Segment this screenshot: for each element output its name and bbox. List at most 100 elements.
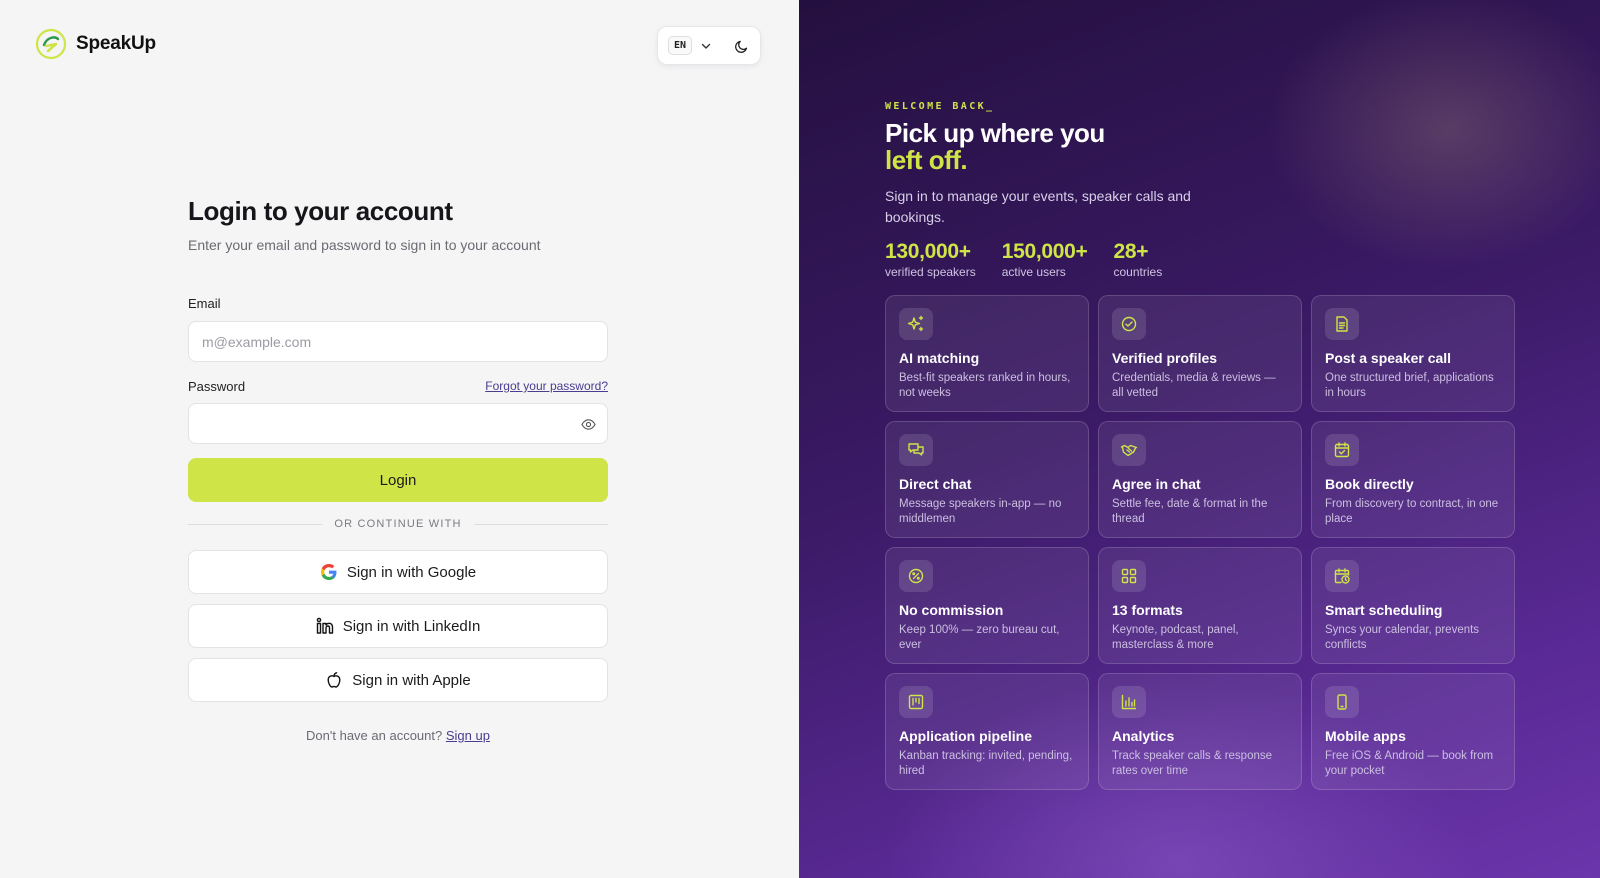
password-field[interactable] <box>188 403 608 444</box>
speakup-logo-icon <box>35 28 67 60</box>
brand-name: SpeakUp <box>76 33 156 54</box>
stat-label: countries <box>1113 265 1163 279</box>
chevron-down-icon[interactable] <box>700 40 712 52</box>
linkedin-signin-label: Sign in with LinkedIn <box>342 617 481 635</box>
linkedin-icon <box>316 617 333 634</box>
stat-item: 28+ countries <box>1114 240 1163 279</box>
feature-desc: One structured brief, applications in ho… <box>1325 372 1494 399</box>
sparkles-icon <box>907 315 924 332</box>
feature-desc: Track speaker calls & response rates ove… <box>1112 750 1273 777</box>
chat-icon <box>908 443 924 456</box>
apple-icon <box>327 672 341 688</box>
feature-grid: AI matching Best-fit speakers ranked in … <box>885 295 1515 790</box>
stat-label: active users <box>1001 265 1066 279</box>
feature-card: Post a speaker call One structured brief… <box>1311 295 1515 412</box>
promo-headline: Pick up where you left off. <box>885 120 1105 174</box>
feature-icon-wrap <box>899 686 933 718</box>
feature-desc: Best-fit speakers ranked in hours, not w… <box>899 372 1071 399</box>
feature-icon-wrap <box>1325 434 1359 466</box>
or-divider: OR CONTINUE WITH <box>188 518 609 530</box>
divider-line <box>473 523 609 525</box>
grid-icon <box>1121 568 1137 584</box>
feature-desc: Message speakers in-app — no middlemen <box>899 498 1062 525</box>
feature-title: Direct chat <box>899 476 972 492</box>
divider-line <box>188 523 323 525</box>
stat-value: 130,000+ <box>885 240 971 263</box>
feature-card: Agree in chat Settle fee, date & format … <box>1098 421 1302 538</box>
signup-prompt: Don't have an account? Sign up <box>188 728 608 743</box>
feature-card: AI matching Best-fit speakers ranked in … <box>885 295 1089 412</box>
moon-icon[interactable] <box>734 38 750 54</box>
feature-title: Verified profiles <box>1112 350 1218 366</box>
stat-label: verified speakers <box>885 265 976 279</box>
divider-text: OR CONTINUE WITH <box>334 518 462 530</box>
linkedin-signin-button[interactable]: Sign in with LinkedIn <box>188 604 608 648</box>
brand-logo[interactable]: SpeakUp <box>35 28 156 60</box>
top-toolbar: EN <box>657 26 761 65</box>
feature-title: No commission <box>899 602 1004 618</box>
feature-title: Agree in chat <box>1112 476 1201 492</box>
stat-value: 28+ <box>1113 240 1149 263</box>
feature-icon-wrap <box>1112 686 1146 718</box>
feature-title: Book directly <box>1325 476 1414 492</box>
feature-title: Post a speaker call <box>1325 350 1452 366</box>
apple-signin-button[interactable]: Sign in with Apple <box>188 658 608 702</box>
feature-icon-wrap <box>1112 560 1146 592</box>
login-form: Login to your account Enter your email a… <box>188 196 609 743</box>
login-panel: SpeakUp EN Login to your account Enter y… <box>0 0 799 878</box>
stat-item: 150,000+ active users <box>1002 240 1088 279</box>
feature-title: Analytics <box>1112 728 1175 744</box>
feature-card: Application pipeline Kanban tracking: in… <box>885 673 1089 790</box>
google-signin-label: Sign in with Google <box>346 563 477 581</box>
login-button[interactable]: Login <box>188 458 608 502</box>
feature-card: Analytics Track speaker calls & response… <box>1098 673 1302 790</box>
headline-line-2: left off. <box>885 145 968 175</box>
feature-icon-wrap <box>1112 308 1146 340</box>
kanban-icon <box>908 694 924 710</box>
language-selector[interactable]: EN <box>668 36 693 55</box>
feature-icon-wrap <box>899 560 933 592</box>
bar-chart-icon <box>1121 694 1137 710</box>
feature-title: Smart scheduling <box>1325 602 1443 618</box>
google-signin-button[interactable]: Sign in with Google <box>188 550 608 594</box>
calendar-clock-icon <box>1334 568 1350 584</box>
feature-icon-wrap <box>1325 686 1359 718</box>
forgot-password-link[interactable]: Forgot your password? <box>485 379 608 393</box>
password-label: Password <box>188 379 246 394</box>
signup-link[interactable]: Sign up <box>446 728 490 743</box>
feature-card: No commission Keep 100% — zero bureau cu… <box>885 547 1089 664</box>
smartphone-icon <box>1337 694 1347 710</box>
feature-title: AI matching <box>899 350 980 366</box>
feature-desc: Credentials, media & reviews — all vette… <box>1112 372 1276 399</box>
feature-desc: Kanban tracking: invited, pending, hired <box>899 750 1073 777</box>
email-field[interactable] <box>188 321 608 362</box>
feature-title: Application pipeline <box>899 728 1033 744</box>
no-account-text: Don't have an account? <box>306 728 443 743</box>
badge-check-icon <box>1121 316 1137 332</box>
stat-item: 130,000+ verified speakers <box>885 240 976 279</box>
eyebrow-text: WELCOME BACK_ <box>885 101 995 112</box>
feature-desc: Keep 100% — zero bureau cut, ever <box>899 624 1060 651</box>
calendar-check-icon <box>1334 442 1350 458</box>
promo-panel: WELCOME BACK_ Pick up where you left off… <box>799 0 1600 878</box>
feature-icon-wrap <box>1112 434 1146 466</box>
feature-title: 13 formats <box>1112 602 1183 618</box>
feature-title: Mobile apps <box>1325 728 1406 744</box>
feature-desc: Free iOS & Android — book from your pock… <box>1325 750 1494 777</box>
document-icon <box>1336 316 1348 332</box>
promo-description: Sign in to manage your events, speaker c… <box>885 188 1191 225</box>
page-subtitle: Enter your email and password to sign in… <box>188 237 541 253</box>
feature-desc: Keynote, podcast, panel, masterclass & m… <box>1112 624 1239 651</box>
google-icon <box>320 564 337 580</box>
eye-icon[interactable] <box>581 417 596 432</box>
feature-desc: Syncs your calendar, prevents conflicts <box>1325 624 1480 651</box>
feature-desc: From discovery to contract, in one place <box>1325 498 1499 525</box>
feature-icon-wrap <box>1325 308 1359 340</box>
feature-desc: Settle fee, date & format in the thread <box>1112 498 1268 525</box>
feature-card: 13 formats Keynote, podcast, panel, mast… <box>1098 547 1302 664</box>
feature-card: Book directly From discovery to contract… <box>1311 421 1515 538</box>
stat-value: 150,000+ <box>1001 240 1088 263</box>
apple-signin-label: Sign in with Apple <box>352 671 471 689</box>
feature-icon-wrap <box>1325 560 1359 592</box>
feature-icon-wrap <box>899 434 933 466</box>
